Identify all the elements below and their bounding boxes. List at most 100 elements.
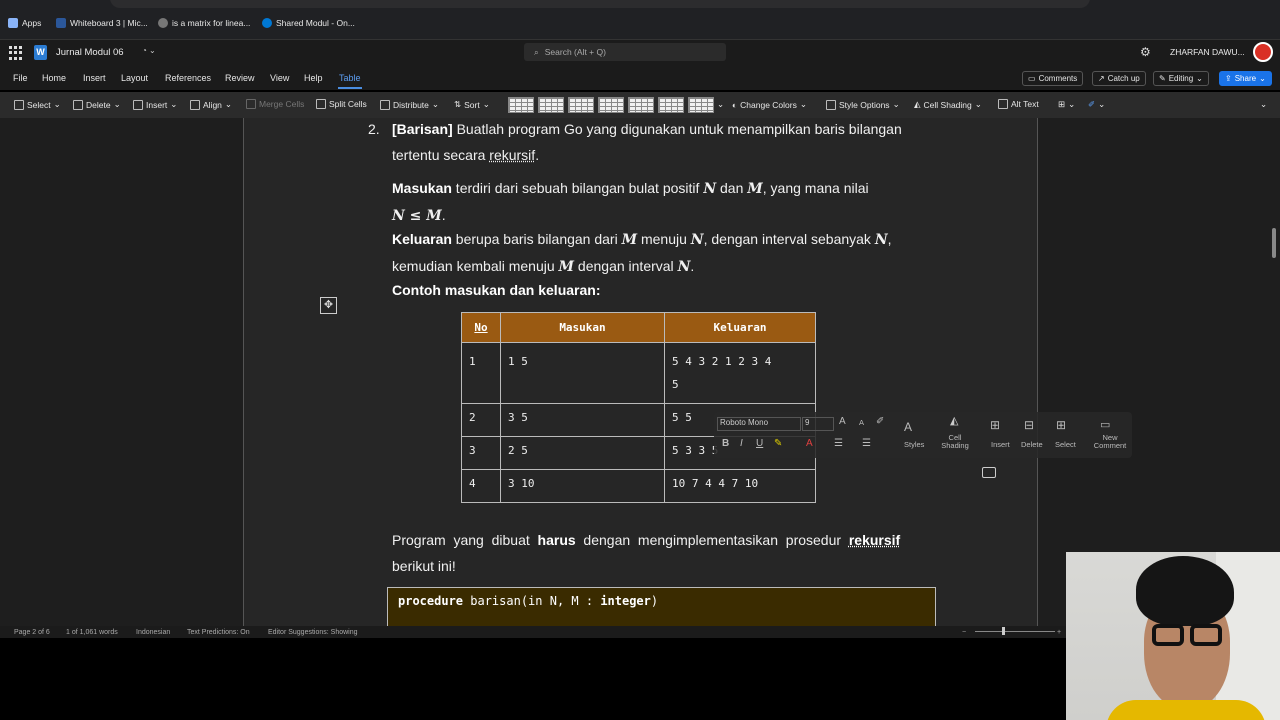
ribbon-collapse-button[interactable]: ⌄ [1260, 99, 1267, 110]
zoom-slider[interactable] [975, 631, 1055, 632]
user-name[interactable]: ZHARFAN DAWU... [1170, 47, 1245, 57]
distribute-button[interactable]: Distribute ⌄ [380, 99, 439, 110]
italic-icon[interactable]: I [740, 438, 743, 449]
word-count[interactable]: 1 of 1,061 words [66, 629, 118, 636]
language[interactable]: Indonesian [136, 629, 170, 636]
font-color-icon[interactable]: A [806, 438, 813, 449]
share-button[interactable]: ⇪ Share ⌄ [1219, 71, 1272, 86]
header-masukan[interactable]: Masukan [500, 312, 665, 343]
insert-button[interactable]: Insert ⌄ [133, 99, 177, 110]
catch-up-button[interactable]: ↗ Catch up [1092, 71, 1146, 86]
table-select-icon[interactable]: ⊞ [1056, 418, 1066, 432]
cell-masukan[interactable]: 3 5 [500, 403, 665, 437]
tab-insert[interactable]: Insert [83, 73, 106, 83]
tab-layout[interactable]: Layout [121, 73, 148, 83]
address-bar[interactable] [110, 0, 1090, 8]
table-style-swatch-6[interactable] [658, 97, 684, 113]
pen-color-button[interactable]: ✐ ⌄ [1088, 99, 1105, 110]
cell-masukan[interactable]: 3 10 [500, 469, 665, 503]
table-style-swatch-7[interactable] [688, 97, 714, 113]
tab-table[interactable]: Table [339, 73, 361, 83]
editor-suggestions[interactable]: Editor Suggestions: Showing [268, 629, 358, 636]
document-title[interactable]: Jurnal Modul 06 [56, 47, 124, 58]
bold-icon[interactable]: B [722, 438, 729, 449]
header-no[interactable]: No [461, 312, 501, 343]
cell-shading-button[interactable]: ◭ Cell Shading ⌄ [914, 99, 982, 110]
table-delete-icon[interactable]: ⊟ [1024, 418, 1034, 432]
cell-keluaran[interactable]: 10 7 4 4 7 10 [664, 469, 816, 503]
borders-button[interactable]: ⊞ ⌄ [1058, 99, 1075, 110]
sort-button[interactable]: ⇅ Sort ⌄ [454, 99, 490, 110]
table-style-swatch-5[interactable] [628, 97, 654, 113]
cell-no[interactable]: 4 [461, 469, 501, 503]
cell-keluaran[interactable]: 5 4 3 2 1 2 3 4 5 [664, 342, 816, 404]
cell-no[interactable]: 2 [461, 403, 501, 437]
search-box[interactable]: ⌕ Search (Alt + Q) [524, 43, 726, 61]
tab-home[interactable]: Home [42, 73, 66, 83]
text-predictions[interactable]: Text Predictions: On [187, 629, 250, 636]
align-button[interactable]: Align ⌄ [190, 99, 232, 110]
bookmark-whiteboard[interactable]: Whiteboard 3 | Mic... [56, 16, 148, 30]
comments-button[interactable]: ▭ Comments [1022, 71, 1084, 86]
bookmark-shared-modul[interactable]: Shared Modul - On... [262, 16, 355, 30]
tab-help[interactable]: Help [304, 73, 323, 83]
paint-bucket-icon[interactable]: ◭ [950, 414, 958, 427]
example-table[interactable]: No Masukan Keluaran 1 1 5 5 4 3 2 1 2 3 … [461, 312, 816, 503]
cell-no[interactable]: 1 [461, 342, 501, 404]
alt-text-button[interactable]: Alt Text [998, 99, 1039, 109]
font-size-dropdown[interactable]: 9 [802, 417, 834, 431]
select-label[interactable]: Select [1055, 440, 1076, 449]
cell-masukan[interactable]: 2 5 [500, 436, 665, 470]
styles-label[interactable]: Styles [904, 440, 924, 449]
new-comment-icon[interactable]: ▭ [1100, 418, 1110, 431]
merge-cells-button[interactable]: Merge Cells [246, 99, 304, 109]
add-comment-icon[interactable] [982, 467, 996, 478]
tab-review[interactable]: Review [225, 73, 255, 83]
change-colors-button[interactable]: ◐ Change Colors ⌄ [732, 99, 807, 110]
highlight-icon[interactable]: ✎ [774, 438, 782, 449]
program-instruction[interactable]: Program yang dibuat harus dengan mengimp… [392, 527, 942, 579]
new-comment-label[interactable]: New Comment [1090, 434, 1130, 450]
scrollbar[interactable] [1272, 228, 1276, 258]
grow-font-icon[interactable]: A [839, 416, 846, 427]
underline-icon[interactable]: U [756, 438, 763, 449]
table-move-handle-icon[interactable]: ✥ [320, 297, 337, 314]
editing-mode-button[interactable]: ✎ Editing ⌄ [1153, 71, 1209, 86]
cell-masukan[interactable]: 1 5 [500, 342, 665, 404]
page-count[interactable]: Page 2 of 6 [14, 629, 50, 636]
header-keluaran[interactable]: Keluaran [664, 312, 816, 343]
format-painter-icon[interactable]: ✐ [876, 416, 884, 427]
font-name-dropdown[interactable]: Roboto Mono [717, 417, 801, 431]
settings-gear-icon[interactable]: ⚙ [1140, 45, 1151, 59]
table-insert-icon[interactable]: ⊞ [990, 418, 1000, 432]
bullets-icon[interactable]: ☰ [834, 438, 843, 449]
delete-label[interactable]: Delete [1021, 440, 1043, 449]
cell-shading-label[interactable]: Cell Shading [940, 434, 970, 450]
table-style-swatch-4[interactable] [598, 97, 624, 113]
table-styles-more-button[interactable]: ⌄ [717, 99, 724, 110]
output-description[interactable]: Keluaran berupa baris bilangan dari M me… [392, 226, 942, 280]
autosave-icon[interactable]: ◔ ⌄ [142, 46, 156, 55]
numbering-icon[interactable]: ☰ [862, 438, 871, 449]
code-block[interactable]: procedure barisan(in N, M : integer) [387, 587, 936, 626]
question-heading[interactable]: [Barisan] Buatlah program Go yang diguna… [392, 118, 942, 168]
style-options-button[interactable]: Style Options ⌄ [826, 99, 900, 110]
delete-button[interactable]: Delete ⌄ [73, 99, 121, 110]
bookmark-apps[interactable]: Apps [8, 16, 41, 30]
bookmark-matrix[interactable]: is a matrix for linea... [158, 16, 250, 30]
tab-file[interactable]: File [13, 73, 28, 83]
select-button[interactable]: Select ⌄ [14, 99, 61, 110]
tab-references[interactable]: References [165, 73, 211, 83]
table-style-swatch-1[interactable] [508, 97, 534, 113]
zoom-slider-thumb[interactable] [1002, 627, 1005, 635]
cell-no[interactable]: 3 [461, 436, 501, 470]
avatar[interactable] [1253, 42, 1273, 62]
zoom-out-icon[interactable]: − [962, 629, 966, 636]
tab-view[interactable]: View [270, 73, 289, 83]
insert-label[interactable]: Insert [991, 440, 1010, 449]
input-description[interactable]: Masukan terdiri dari sebuah bilangan bul… [392, 175, 942, 229]
split-cells-button[interactable]: Split Cells [316, 99, 367, 109]
styles-icon[interactable]: A [904, 420, 912, 434]
shrink-font-icon[interactable]: A [859, 418, 864, 427]
table-style-swatch-3[interactable] [568, 97, 594, 113]
